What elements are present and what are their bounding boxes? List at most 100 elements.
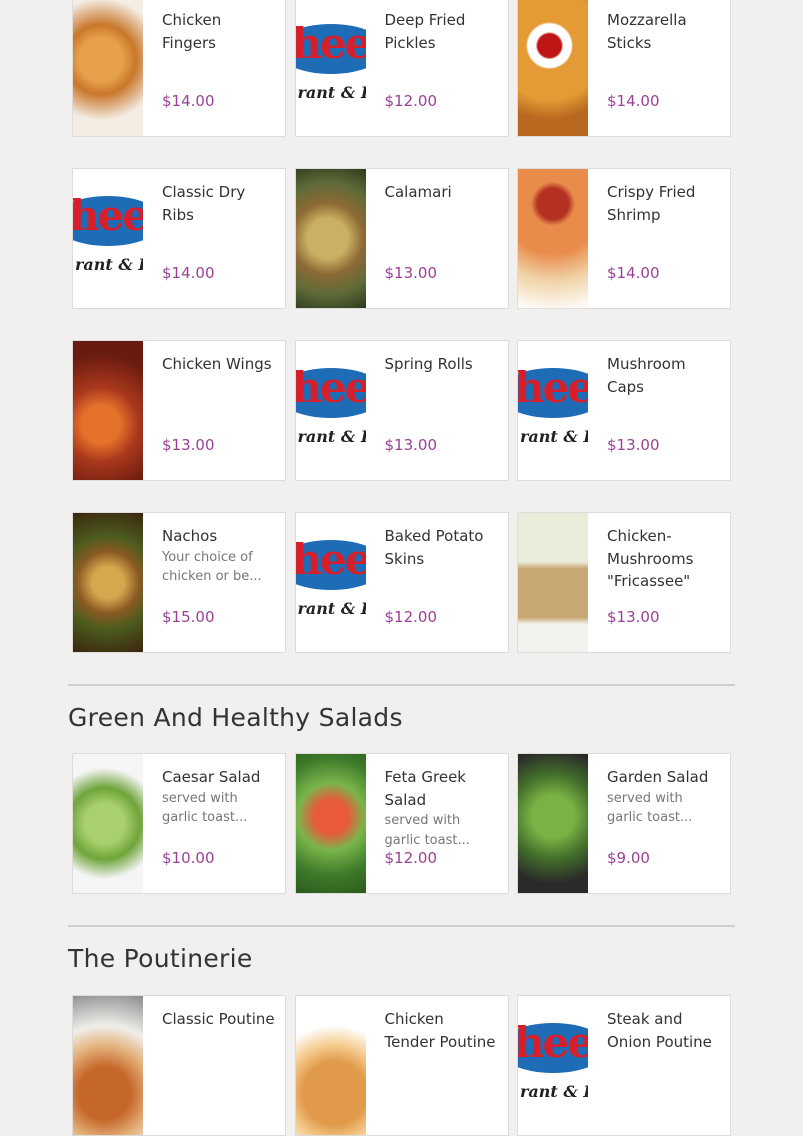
menu-item-name: Garden Salad xyxy=(607,768,709,786)
menu-item-description: served with garlic toast... xyxy=(384,813,470,848)
restaurant-logo-image: hee rant & I xyxy=(73,169,143,308)
menu-item-name: Steak and Onion Poutine xyxy=(607,1010,712,1051)
menu-item-name: Classic Dry Ribs xyxy=(162,183,246,224)
menu-item-info: Deep Fried Pickles $12.00 xyxy=(366,0,508,136)
menu-item-info: Nachos Your choice of chicken or be... $15… xyxy=(143,513,285,652)
menu-item-price: $13.00 xyxy=(384,264,438,282)
menu-item-name: Crispy Fried Shrimp xyxy=(607,183,696,224)
menu-item-card[interactable]: hee rant & I Deep Fried Pickles $12.00 xyxy=(294,0,509,137)
menu-item-card[interactable]: Crispy Fried Shrimp $14.00 xyxy=(517,168,731,309)
menu-item-name: Spring Rolls xyxy=(384,355,473,373)
menu-item-name: Chicken Tender Poutine xyxy=(384,1010,496,1051)
menu-item-price: $12.00 xyxy=(384,92,438,110)
menu-item-info: Garden Salad served with garlic toast... $… xyxy=(588,754,730,893)
restaurant-logo-image: hee rant & I xyxy=(518,341,588,480)
menu-item-price: $13.00 xyxy=(384,436,438,454)
menu-item-info: Crispy Fried Shrimp $14.00 xyxy=(588,169,730,308)
logo-subtext: rant & I xyxy=(520,427,588,446)
logo-text: hee xyxy=(73,191,143,240)
logo-text: hee xyxy=(518,363,588,412)
menu-item-name: Chicken Wings xyxy=(162,355,272,373)
section-title-salads: Green And Healthy Salads xyxy=(68,703,403,732)
menu-item-photo xyxy=(295,754,366,893)
menu-item-card[interactable]: hee rant & I Baked Potato Skins $12.00 xyxy=(294,512,509,653)
logo-subtext: rant & I xyxy=(297,599,366,618)
menu-item-photo xyxy=(518,754,588,893)
menu-item-name: Deep Fried Pickles xyxy=(384,11,466,52)
salads-grid: Caesar Salad served with garlic toast... $… xyxy=(72,753,731,894)
menu-item-card[interactable]: hee rant & I Mushroom Caps $13.00 xyxy=(517,340,731,481)
menu-item-info: Spring Rolls $13.00 xyxy=(366,341,508,480)
menu-item-info: Classic Dry Ribs $14.00 xyxy=(143,169,285,308)
poutinerie-grid: Classic Poutine Chicken Tender Poutine hee… xyxy=(72,995,731,1136)
menu-item-photo xyxy=(295,996,366,1135)
menu-item-name: Classic Poutine xyxy=(162,1010,275,1028)
menu-item-price: $12.00 xyxy=(384,608,438,626)
menu-item-card[interactable]: Chicken-Mushrooms "Fricassee" $13.00 xyxy=(517,512,731,653)
menu-item-card[interactable]: hee rant & I Steak and Onion Poutine xyxy=(517,995,731,1136)
menu-item-photo xyxy=(295,169,366,308)
menu-item-name: Baked Potato Skins xyxy=(384,527,484,568)
menu-item-info: Caesar Salad served with garlic toast... $… xyxy=(143,754,285,893)
menu-item-price: $13.00 xyxy=(607,608,660,626)
menu-item-info: Chicken-Mushrooms "Fricassee" $13.00 xyxy=(588,513,730,652)
menu-item-price: $12.00 xyxy=(384,849,438,867)
menu-item-name: Chicken Fingers xyxy=(162,11,222,52)
menu-item-info: Calamari $13.00 xyxy=(366,169,508,308)
menu-item-info: Feta Greek Salad served with garlic toast… xyxy=(366,754,508,893)
menu-item-photo xyxy=(518,513,588,652)
menu-item-info: Chicken Wings $13.00 xyxy=(143,341,285,480)
menu-item-card[interactable]: hee rant & I Spring Rolls $13.00 xyxy=(294,340,509,481)
menu-item-name: Mushroom Caps xyxy=(607,355,686,396)
restaurant-logo-image: hee rant & I xyxy=(295,341,366,480)
restaurant-logo-image: hee rant & I xyxy=(295,0,366,136)
menu-item-price: $13.00 xyxy=(607,436,660,454)
menu-item-price: $15.00 xyxy=(162,608,215,626)
menu-item-price: $14.00 xyxy=(607,92,660,110)
menu-item-price: $10.00 xyxy=(162,849,215,867)
menu-item-info: Classic Poutine xyxy=(143,996,285,1135)
menu-item-name: Nachos xyxy=(162,527,218,545)
menu-item-price: $13.00 xyxy=(162,436,215,454)
menu-item-price: $9.00 xyxy=(607,849,650,867)
logo-text: hee xyxy=(296,363,366,412)
menu-item-info: Mozzarella Sticks $14.00 xyxy=(588,0,730,136)
menu-item-name: Mozzarella Sticks xyxy=(607,11,687,52)
menu-item-info: Baked Potato Skins $12.00 xyxy=(366,513,508,652)
menu-item-card[interactable]: Caesar Salad served with garlic toast... $… xyxy=(72,753,286,894)
menu-item-card[interactable]: Chicken Wings $13.00 xyxy=(72,340,286,481)
menu-item-card[interactable]: Chicken Tender Poutine xyxy=(294,995,509,1136)
menu-item-card[interactable]: Mozzarella Sticks $14.00 xyxy=(517,0,731,137)
menu-item-info: Chicken Tender Poutine xyxy=(366,996,508,1135)
menu-item-price: $14.00 xyxy=(607,264,660,282)
appetizers-grid: Chicken Fingers$14.00heerant & IDeep Fri… xyxy=(72,0,731,653)
menu-item-card[interactable]: Calamari $13.00 xyxy=(294,168,509,309)
menu-item-name: Calamari xyxy=(384,183,452,201)
logo-subtext: rant & I xyxy=(297,83,366,102)
menu-item-name: Caesar Salad xyxy=(162,768,261,786)
menu-item-card[interactable]: hee rant & I Classic Dry Ribs $14.00 xyxy=(72,168,286,309)
logo-subtext: rant & I xyxy=(75,255,143,274)
section-divider xyxy=(68,925,735,927)
section-title-poutinerie: The Poutinerie xyxy=(68,944,253,973)
logo-text: hee xyxy=(296,19,366,68)
menu-item-card[interactable]: Garden Salad served with garlic toast... $… xyxy=(517,753,731,894)
menu-item-info: Steak and Onion Poutine xyxy=(588,996,730,1135)
menu-item-card[interactable]: Classic Poutine xyxy=(72,995,286,1136)
menu-item-card[interactable]: Nachos Your choice of chicken or be... $15… xyxy=(72,512,286,653)
logo-text: hee xyxy=(518,1018,588,1067)
menu-item-description: served with garlic toast... xyxy=(607,790,693,826)
menu-item-card[interactable]: Chicken Fingers $14.00 xyxy=(72,0,286,137)
menu-item-photo xyxy=(73,754,143,893)
restaurant-logo-image: hee rant & I xyxy=(518,996,588,1135)
menu-item-photo xyxy=(73,0,143,136)
restaurant-logo-image: hee rant & I xyxy=(295,513,366,652)
logo-subtext: rant & I xyxy=(520,1082,588,1101)
menu-item-price: $14.00 xyxy=(162,264,215,282)
menu-item-info: Mushroom Caps $13.00 xyxy=(588,341,730,480)
menu-item-photo xyxy=(73,513,143,652)
menu-item-description: served with garlic toast... xyxy=(162,790,248,826)
menu-item-info: Chicken Fingers $14.00 xyxy=(143,0,285,136)
menu-item-card[interactable]: Feta Greek Salad served with garlic toast… xyxy=(294,753,509,894)
logo-text: hee xyxy=(296,535,366,584)
